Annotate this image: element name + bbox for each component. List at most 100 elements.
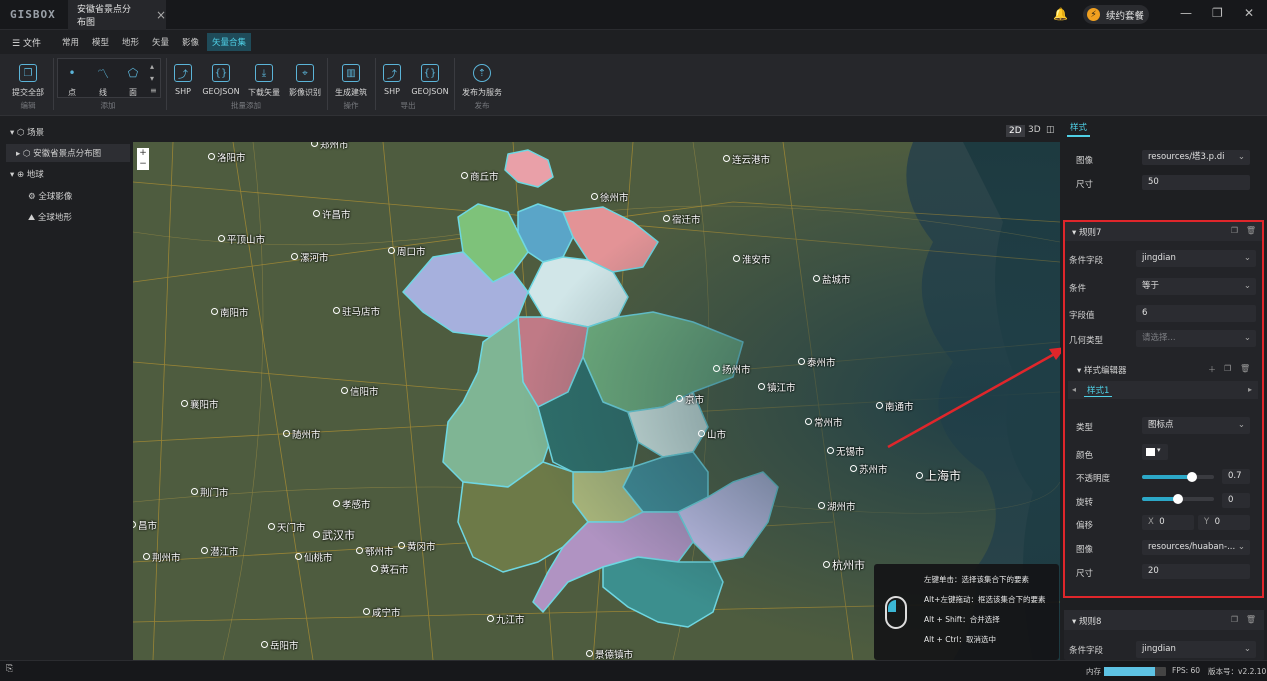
tab-vector-collection[interactable]: 矢量合集: [207, 33, 252, 51]
document-tab[interactable]: 安徽省景点分布图 ×: [68, 0, 166, 30]
hint-alt-shift: Alt + Shift：合并选择: [924, 615, 1000, 624]
status-icon[interactable]: ⎘: [6, 664, 13, 674]
tab-vector[interactable]: 矢量: [147, 33, 174, 51]
publish-group-label: 发布: [474, 101, 490, 110]
close-window-icon[interactable]: ✕: [1244, 6, 1254, 20]
tab-model[interactable]: 模型: [87, 33, 114, 51]
city-label: 平顶山市: [218, 232, 265, 246]
title-bar: GISBOX 安徽省景点分布图 × 🔔 ⚡ 续约套餐 — ❐ ✕: [0, 0, 1267, 30]
top-size-input[interactable]: 50: [1142, 175, 1250, 190]
rule8-field-select[interactable]: jingdian ⌄: [1136, 641, 1256, 658]
tree-global-terrain[interactable]: ⛰ 全球地形: [28, 211, 72, 223]
city-label: 徐州市: [591, 190, 629, 204]
memory-bar: [1104, 667, 1166, 676]
point-icon: •: [68, 66, 76, 80]
polygon-icon: ⬠: [127, 66, 139, 80]
version-label: 版本号：v2.2.10: [1208, 667, 1267, 676]
minimize-icon[interactable]: —: [1180, 6, 1192, 20]
download-vector-button[interactable]: ⤓ 下载矢量: [242, 58, 286, 98]
city-label: 襄阳市: [181, 397, 219, 411]
menu-bar: ☰ 文件 常用 模型 地形 矢量 影像 矢量合集: [0, 31, 1267, 53]
tab-common[interactable]: 常用: [57, 33, 84, 51]
document-tab-label: 安徽省景点分布图: [77, 5, 132, 28]
rule8-field-label: 条件字段: [1069, 646, 1104, 656]
city-label: 商丘市: [461, 169, 499, 183]
scroll-down-icon[interactable]: ▾: [150, 74, 154, 83]
city-label: 黄石市: [371, 562, 409, 576]
top-size-label: 尺寸: [1076, 180, 1094, 190]
export-geojson-icon: {}: [421, 64, 439, 82]
imagery-icon: ⚙: [28, 192, 36, 202]
city-label: 荆州市: [143, 550, 181, 564]
view-2d-button[interactable]: 2D: [1006, 125, 1025, 137]
city-label: 京市: [676, 392, 704, 406]
city-label: 孝感市: [333, 497, 371, 511]
tab-terrain[interactable]: 地形: [117, 33, 144, 51]
export-shp-icon: ⤴: [383, 64, 401, 82]
submit-all-button[interactable]: ❐ 提交全部: [6, 58, 50, 98]
city-label: 武汉市: [313, 527, 355, 543]
tree-global-imagery[interactable]: ⚙ 全球影像: [28, 190, 72, 202]
export-geojson-button[interactable]: {} GEOJSON: [408, 58, 452, 96]
city-label: 驻马店市: [333, 304, 380, 318]
bell-icon[interactable]: 🔔: [1053, 7, 1068, 21]
chevron-down-icon: ⌄: [1237, 152, 1245, 162]
city-label: 淮安市: [733, 252, 771, 266]
highlight-box: [1063, 220, 1264, 598]
city-label: 咸宁市: [363, 605, 401, 619]
lightning-icon: ⚡: [1087, 8, 1100, 21]
city-label: 常州市: [805, 415, 843, 429]
trash-icon[interactable]: 🗑: [1246, 615, 1256, 624]
terrain-icon: ⛰: [28, 213, 36, 223]
mouse-icon: [885, 596, 907, 629]
cube-icon: ⬡: [16, 128, 25, 138]
polyline-icon: 〽: [96, 66, 109, 81]
split-view-icon[interactable]: ◫: [1046, 125, 1055, 135]
copy-icon[interactable]: ❐: [1231, 615, 1238, 624]
zoom-in-icon[interactable]: +: [137, 148, 149, 159]
top-image-select[interactable]: resources/塔3.p.di ⌄: [1142, 150, 1250, 165]
status-bar: ⎘ 内存 FPS: 60 版本号：v2.2.10: [0, 660, 1267, 681]
draw-polygon-button[interactable]: ⬠ 面: [111, 58, 155, 98]
close-icon[interactable]: ×: [156, 8, 166, 22]
city-label: 信阳市: [341, 384, 379, 398]
hint-alt-drag: Alt+左键拖动：框选该集合下的要素: [924, 595, 1046, 604]
map-toolbar: 2D 3D ◫: [133, 117, 1060, 142]
expand-icon[interactable]: ≡: [150, 86, 157, 95]
tab-style[interactable]: 样式: [1067, 121, 1091, 137]
geojson-file-icon: {}: [212, 64, 230, 82]
city-label: 连云港市: [723, 152, 770, 166]
image-recognition-button[interactable]: ⌖ 影像识别: [283, 58, 327, 98]
scan-icon: ⌖: [296, 64, 314, 82]
batch-geojson-button[interactable]: {} GEOJSON: [199, 58, 243, 96]
city-label: 岳阳市: [261, 638, 299, 652]
maximize-icon[interactable]: ❐: [1212, 6, 1223, 20]
city-label: 鄂州市: [356, 544, 394, 558]
city-label: 景德镇市: [586, 647, 633, 660]
tree-layer-anhui[interactable]: ▸ ⬡ 安徽省景点分布图: [6, 144, 130, 162]
map-canvas[interactable]: + − 郑州市 洛阳市 商丘市 徐州市 连云港市 许昌市 宿迁市 平顶山市 周口…: [133, 142, 1060, 660]
city-label: 上海市: [916, 467, 961, 484]
renew-button[interactable]: ⚡ 续约套餐: [1083, 5, 1149, 24]
generate-building-button[interactable]: ▥ 生成建筑: [329, 58, 373, 98]
memory-label: 内存: [1086, 667, 1101, 676]
file-menu[interactable]: ☰ 文件: [12, 36, 41, 49]
map-view: 2D 3D ◫ + − 郑州市 洛阳市 商丘市 徐州市 连云港市 许昌市 宿迁市…: [133, 117, 1060, 660]
city-label: 仙桃市: [295, 550, 333, 564]
scroll-up-icon[interactable]: ▴: [150, 62, 154, 71]
edit-group-label: 编辑: [20, 101, 36, 110]
view-3d-button[interactable]: 3D: [1028, 125, 1041, 135]
batch-group-label: 批量添加: [231, 101, 261, 110]
zoom-out-icon[interactable]: −: [137, 159, 149, 170]
renew-label: 续约套餐: [1106, 10, 1145, 22]
tree-earth[interactable]: ▾ ⊕ 地球: [10, 168, 44, 180]
shp-file-icon: ⤴: [174, 64, 192, 82]
tab-imagery[interactable]: 影像: [177, 33, 204, 51]
city-label: 山市: [698, 427, 726, 441]
publish-service-button[interactable]: ⇡ 发布为服务: [460, 58, 504, 98]
city-label: 许昌市: [313, 207, 351, 221]
upload-cloud-icon: ⇡: [473, 64, 491, 82]
tree-scene[interactable]: ▾ ⬡ 场景: [10, 126, 44, 138]
city-label: 南阳市: [211, 305, 249, 319]
city-label: 昌市: [133, 518, 157, 532]
